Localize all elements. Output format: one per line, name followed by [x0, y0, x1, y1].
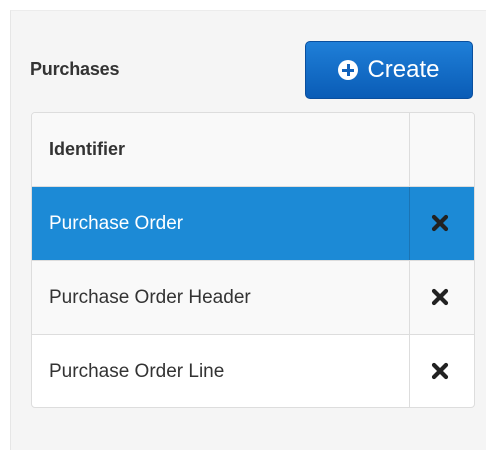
create-button[interactable]: Create	[305, 41, 473, 99]
column-divider	[409, 113, 410, 186]
table-row[interactable]: Purchase Order Line	[32, 335, 474, 407]
create-button-label: Create	[367, 56, 440, 83]
table-row[interactable]: Purchase Order	[32, 187, 474, 261]
identifier-table: Identifier Purchase Order Purchase Order…	[31, 112, 475, 408]
row-identifier[interactable]: Purchase Order Line	[49, 335, 224, 407]
panel-title: Purchases	[30, 59, 120, 79]
column-divider	[409, 335, 410, 407]
delete-icon[interactable]	[431, 288, 449, 306]
table-row[interactable]: Purchase Order Header	[32, 261, 474, 335]
column-divider	[409, 187, 410, 260]
purchases-panel: Purchases Create Identifier Purchase Ord…	[10, 10, 486, 450]
delete-icon[interactable]	[431, 362, 449, 380]
column-divider	[409, 261, 410, 334]
plus-circle-icon	[338, 60, 359, 80]
row-identifier[interactable]: Purchase Order Header	[49, 261, 251, 334]
column-header-identifier: Identifier	[49, 139, 126, 159]
delete-icon[interactable]	[431, 214, 449, 232]
row-identifier[interactable]: Purchase Order	[49, 187, 183, 260]
table-header-row: Identifier	[32, 113, 474, 187]
